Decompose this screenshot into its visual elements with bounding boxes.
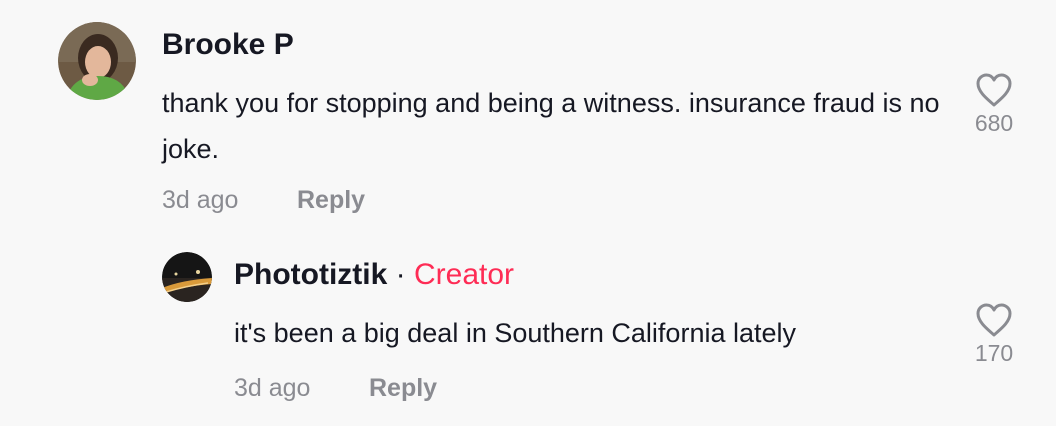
heart-outline-icon (976, 73, 1012, 107)
separator-dot: · (395, 258, 406, 291)
comment-item: Brooke P thank you for stopping and bein… (0, 0, 1056, 240)
creator-avatar[interactable] (162, 252, 212, 302)
reply-comment-item: Phototiztik · Creator it's been a big de… (0, 240, 1056, 426)
comment-text: thank you for stopping and being a witne… (162, 88, 940, 164)
reply-username[interactable]: Phototiztik (234, 258, 387, 291)
reply-username-row: Phototiztik · Creator (234, 258, 514, 292)
creator-badge: Creator (414, 258, 515, 291)
like-count: 170 (974, 340, 1014, 366)
reply-button[interactable]: Reply (369, 374, 437, 403)
reply-button[interactable]: Reply (297, 186, 365, 215)
heart-outline-icon (976, 303, 1012, 337)
like-count: 680 (974, 110, 1014, 136)
like-button[interactable]: 170 (966, 302, 1022, 367)
user-avatar[interactable] (58, 22, 136, 100)
comment-timestamp: 3d ago (162, 186, 239, 214)
reply-text: it's been a big deal in Southern Califor… (234, 318, 797, 348)
comment-username[interactable]: Brooke P (162, 28, 294, 62)
reply-timestamp: 3d ago (234, 374, 311, 402)
comments-panel: Brooke P thank you for stopping and bein… (0, 0, 1056, 426)
like-button[interactable]: 680 (966, 72, 1022, 137)
